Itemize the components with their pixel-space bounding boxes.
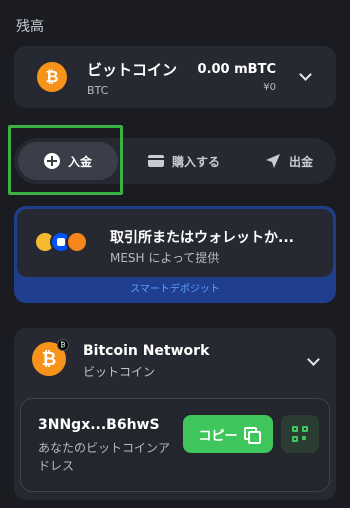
qr-code-button[interactable] [281, 415, 319, 453]
network-name: Bitcoin Network [83, 343, 210, 359]
buy-button[interactable]: 購入する [129, 138, 239, 184]
network-coin: ₿ ₿ [32, 339, 69, 376]
coin-name: ビットコイン [87, 61, 178, 79]
metamask-icon [66, 231, 88, 253]
network-chevron-down-icon[interactable] [307, 353, 320, 366]
balance-section-label: 残高 [16, 19, 44, 35]
mesh-subtitle: MESH によって提供 [110, 251, 220, 265]
exchange-logos [34, 231, 94, 255]
copy-label: コピー [198, 428, 238, 444]
buy-label: 購入する [171, 154, 220, 169]
send-icon [265, 154, 280, 168]
deposit-highlight-box [8, 125, 123, 195]
chevron-down-icon[interactable] [299, 68, 312, 81]
copy-button[interactable]: コピー [183, 415, 273, 453]
mesh-card[interactable]: 取引所またはウォレットか... MESH によって提供 スマートデポジット [14, 206, 336, 303]
withdraw-button[interactable]: 出金 [249, 138, 329, 184]
qr-code-icon [292, 426, 308, 442]
withdraw-label: 出金 [288, 154, 313, 169]
network-subtitle: ビットコイン [83, 365, 156, 379]
mesh-title: 取引所またはウォレットか... [110, 230, 294, 246]
credit-card-icon [147, 155, 164, 167]
wallet-address-label: あなたのビットコインアドレス [38, 441, 171, 473]
address-box: 3NNgx...B6hwS あなたのビットコインアドレス コピー [20, 398, 330, 492]
coin-ticker: BTC [87, 84, 109, 97]
network-card: ₿ ₿ Bitcoin Network ビットコイン 3NNgx...B6hwS… [14, 328, 336, 500]
bitcoin-icon: ₿ [37, 62, 67, 92]
wallet-address: 3NNgx...B6hwS [38, 417, 160, 433]
mesh-inner-panel[interactable]: 取引所またはウォレットか... MESH によって提供 [17, 209, 333, 277]
balance-fiat: ¥0 [263, 82, 276, 93]
smart-deposit-link[interactable]: スマートデポジット [14, 280, 336, 295]
copy-icon [243, 427, 261, 444]
balance-card[interactable]: ₿ ビットコイン BTC 0.00 mBTC ¥0 [14, 46, 336, 108]
network-badge-icon: ₿ [57, 339, 69, 351]
balance-amount: 0.00 mBTC [197, 62, 276, 77]
